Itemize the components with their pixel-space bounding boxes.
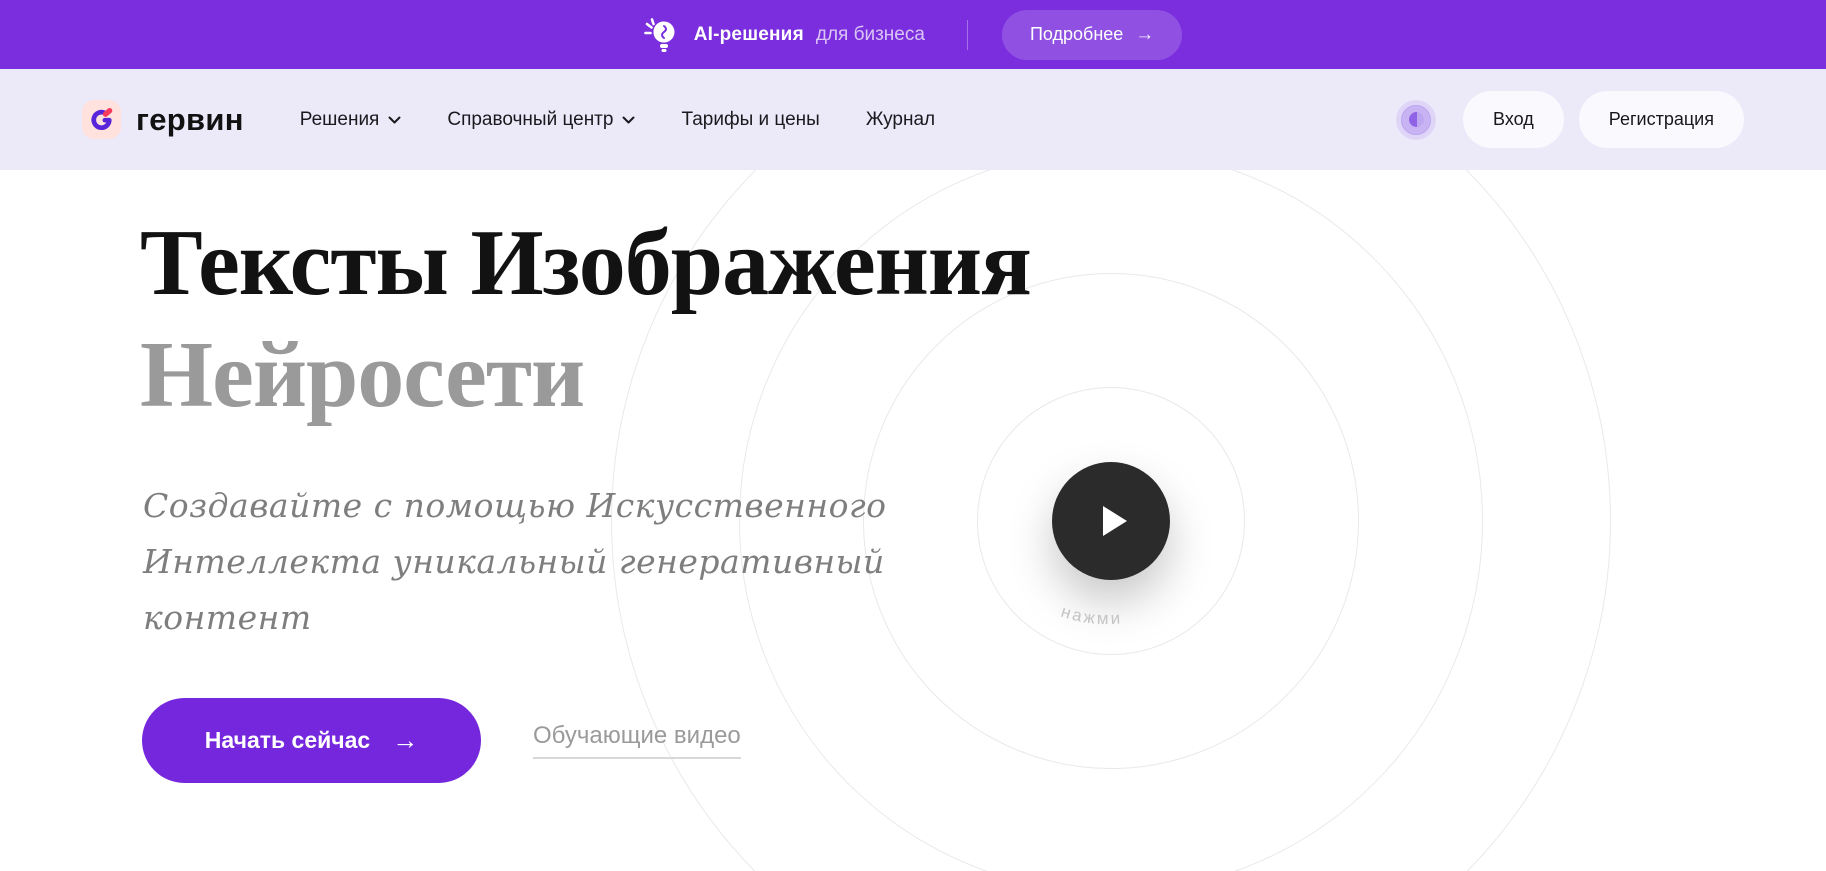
nav-items: Решения Справочный центр Тарифы и цены Ж…: [300, 109, 935, 131]
nav-item-label: Решения: [299, 108, 380, 130]
nav-item-pricing[interactable]: Тарифы и цены: [681, 109, 819, 131]
chevron-down-icon: [622, 116, 635, 123]
nav-item-journal[interactable]: Журнал: [866, 109, 935, 131]
nav-item-solutions[interactable]: Решения: [300, 109, 402, 131]
banner-divider: [966, 19, 968, 50]
banner-title: AI-решения: [693, 23, 804, 45]
hero-subtitle: Создавайте с помощью Искусственного Инте…: [143, 478, 887, 646]
logo-text: гервин: [136, 101, 244, 137]
chevron-down-icon: [388, 116, 401, 123]
contrast-icon: [1408, 112, 1424, 127]
logo[interactable]: гервин: [82, 100, 244, 139]
subtitle-line: контент: [143, 598, 312, 638]
banner-more-button[interactable]: Подробнее →: [1001, 9, 1183, 60]
title-line-1: Тексты Изображения: [140, 211, 1032, 315]
title-line-2: Нейросети: [140, 322, 585, 427]
video-play-button[interactable]: [1052, 462, 1170, 580]
subtitle-line: Интеллекта уникальный генеративный: [143, 542, 885, 582]
ai-bulb-icon: [643, 17, 675, 52]
theme-toggle[interactable]: [1401, 104, 1432, 135]
nav-item-label: Журнал: [865, 108, 936, 130]
banner-subtitle: для бизнеса: [815, 23, 925, 45]
nav-item-help-center[interactable]: Справочный центр: [447, 109, 635, 131]
main-nav: гервин Решения Справочный центр Тарифы и…: [0, 69, 1826, 170]
play-hint-text: нажми: [1059, 602, 1121, 628]
play-icon: [1103, 506, 1127, 536]
login-button[interactable]: Вход: [1463, 91, 1564, 148]
start-now-label: Начать сейчас: [204, 727, 371, 753]
hero-section: Тексты Изображения Нейросети Создавайте …: [0, 170, 1826, 871]
start-now-button[interactable]: Начать сейчас →: [142, 698, 481, 783]
page-title: Тексты Изображения Нейросети: [140, 211, 1032, 427]
tutorial-videos-link[interactable]: Обучающие видео: [533, 722, 741, 759]
logo-g-icon: [82, 100, 121, 139]
signup-button[interactable]: Регистрация: [1578, 91, 1744, 148]
cta-row: Начать сейчас → Обучающие видео: [142, 698, 741, 783]
banner-more-label: Подробнее: [1029, 24, 1124, 44]
svg-text:нажми: нажми: [1059, 602, 1123, 628]
subtitle-line: Создавайте с помощью Искусственного: [143, 486, 887, 525]
arrow-right-icon: →: [392, 725, 419, 755]
play-hint: нажми: [1059, 602, 1123, 628]
arrow-right-icon: →: [1135, 23, 1155, 45]
promo-banner: AI-решения для бизнеса Подробнее →: [0, 0, 1826, 69]
nav-item-label: Справочный центр: [447, 108, 614, 130]
nav-item-label: Тарифы и цены: [681, 108, 820, 130]
